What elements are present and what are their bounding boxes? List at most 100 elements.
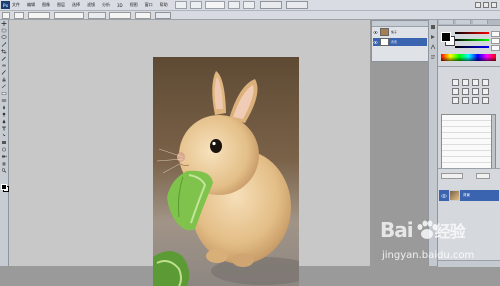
- color-spectrum-bar[interactable]: [441, 54, 496, 61]
- tab-styles[interactable]: [473, 20, 488, 24]
- vibrance-icon[interactable]: [452, 88, 459, 95]
- menu-window[interactable]: 窗口: [145, 2, 153, 8]
- menu-select[interactable]: 选择: [72, 2, 80, 8]
- arrange-documents-button[interactable]: [259, 1, 282, 9]
- 3d-camera-tool-icon[interactable]: [1, 154, 7, 159]
- menu-3d[interactable]: 3D: [117, 3, 123, 8]
- color-balance-icon[interactable]: [472, 88, 479, 95]
- feather-field[interactable]: [28, 11, 50, 19]
- hand-tool-icon[interactable]: [1, 161, 7, 166]
- red-slider[interactable]: [455, 32, 489, 34]
- eye-icon[interactable]: [373, 40, 378, 45]
- lock-options[interactable]: [441, 180, 491, 184]
- levels-icon[interactable]: [462, 79, 469, 86]
- invert-icon[interactable]: [452, 97, 459, 104]
- menu-analysis[interactable]: 分析: [102, 2, 110, 8]
- curves-icon[interactable]: [472, 79, 479, 86]
- tools-panel: [0, 20, 9, 266]
- foreground-color-swatch[interactable]: [1, 184, 7, 190]
- shape-tool-icon[interactable]: [1, 140, 7, 145]
- threshold-icon[interactable]: [472, 97, 479, 104]
- marquee-tool-icon[interactable]: [1, 28, 7, 33]
- menu-filter[interactable]: 滤镜: [87, 2, 95, 8]
- zoom-level-box[interactable]: [204, 1, 225, 9]
- brightness-contrast-icon[interactable]: [452, 79, 459, 86]
- tool-preset-picker[interactable]: [2, 11, 10, 19]
- history-panel-icon[interactable]: [430, 24, 436, 30]
- actions-panel-icon[interactable]: [430, 34, 436, 40]
- adjustment-presets-list: [441, 114, 492, 170]
- tab-swatches[interactable]: [456, 20, 471, 24]
- history-brush-tool-icon[interactable]: [1, 84, 7, 89]
- opacity-field[interactable]: [476, 173, 490, 179]
- type-tool-icon[interactable]: [1, 126, 7, 131]
- minibridge-button[interactable]: [189, 1, 202, 9]
- green-slider[interactable]: [455, 39, 489, 41]
- gradient-tool-icon[interactable]: [1, 98, 7, 103]
- close-button[interactable]: [491, 2, 497, 8]
- black-white-icon[interactable]: [482, 88, 489, 95]
- eye-icon[interactable]: [373, 30, 378, 35]
- minimize-button[interactable]: [475, 2, 481, 8]
- layer-row[interactable]: 兔子: [373, 28, 427, 36]
- layer-row-selected[interactable]: 背景: [439, 190, 499, 201]
- layer-thumbnail: [380, 38, 389, 46]
- hand-tool-button[interactable]: [227, 1, 240, 9]
- maximize-button[interactable]: [483, 2, 489, 8]
- selection-mode-buttons[interactable]: [14, 11, 24, 19]
- bridge-button[interactable]: [174, 1, 187, 9]
- layer-name: 兔子: [391, 30, 398, 34]
- blue-value-field[interactable]: [491, 45, 500, 51]
- menu-image[interactable]: 图像: [42, 2, 50, 8]
- options-bar: [0, 11, 500, 20]
- screen-mode-button[interactable]: [285, 1, 308, 9]
- crop-tool-icon[interactable]: [1, 49, 7, 54]
- presets-scrollbar[interactable]: [491, 114, 496, 169]
- zoom-tool-icon[interactable]: [1, 168, 7, 173]
- exposure-icon[interactable]: [482, 79, 489, 86]
- document-workspace[interactable]: [9, 20, 370, 286]
- menu-view[interactable]: 视图: [130, 2, 138, 8]
- style-select[interactable]: [88, 11, 106, 19]
- brush-tool-icon[interactable]: [1, 70, 7, 75]
- tab-color[interactable]: [439, 20, 454, 24]
- eraser-tool-icon[interactable]: [1, 91, 7, 96]
- width-field[interactable]: [109, 11, 131, 19]
- paragraph-panel-icon[interactable]: [430, 54, 436, 60]
- eyedropper-tool-icon[interactable]: [1, 56, 7, 61]
- eye-icon[interactable]: [441, 193, 447, 199]
- clone-stamp-tool-icon[interactable]: [1, 77, 7, 82]
- pen-tool-icon[interactable]: [1, 119, 7, 124]
- blend-mode-select[interactable]: [441, 173, 463, 179]
- hue-saturation-icon[interactable]: [462, 88, 469, 95]
- refine-edge-button[interactable]: [155, 11, 171, 19]
- character-panel-icon[interactable]: [430, 44, 436, 50]
- right-panel-dock: 背景: [438, 20, 500, 267]
- 3d-rotate-tool-icon[interactable]: [1, 147, 7, 152]
- foreground-color-box[interactable]: [441, 32, 451, 42]
- green-value-field[interactable]: [491, 38, 500, 44]
- layer-row-selected[interactable]: 背景: [373, 38, 427, 46]
- healing-brush-tool-icon[interactable]: [1, 63, 7, 68]
- red-value-field[interactable]: [491, 31, 500, 37]
- menu-help[interactable]: 帮助: [160, 2, 168, 8]
- magic-wand-tool-icon[interactable]: [1, 42, 7, 47]
- antialias-field[interactable]: [54, 11, 84, 19]
- posterize-icon[interactable]: [462, 97, 469, 104]
- height-field[interactable]: [135, 11, 151, 19]
- layer-name: 背景: [463, 193, 470, 197]
- menu-layer[interactable]: 图层: [57, 2, 65, 8]
- path-selection-tool-icon[interactable]: [1, 133, 7, 138]
- menu-edit[interactable]: 编辑: [27, 2, 35, 8]
- blue-slider[interactable]: [455, 46, 489, 48]
- lasso-tool-icon[interactable]: [1, 35, 7, 40]
- blur-tool-icon[interactable]: [1, 105, 7, 110]
- move-tool-icon[interactable]: [1, 21, 7, 26]
- document-canvas[interactable]: [153, 57, 299, 286]
- panel-header: [372, 21, 428, 27]
- window-controls: [475, 2, 497, 8]
- menu-file[interactable]: 文件: [12, 2, 20, 8]
- rotate-view-button[interactable]: [242, 1, 255, 9]
- gradient-map-icon[interactable]: [482, 97, 489, 104]
- dodge-tool-icon[interactable]: [1, 112, 7, 117]
